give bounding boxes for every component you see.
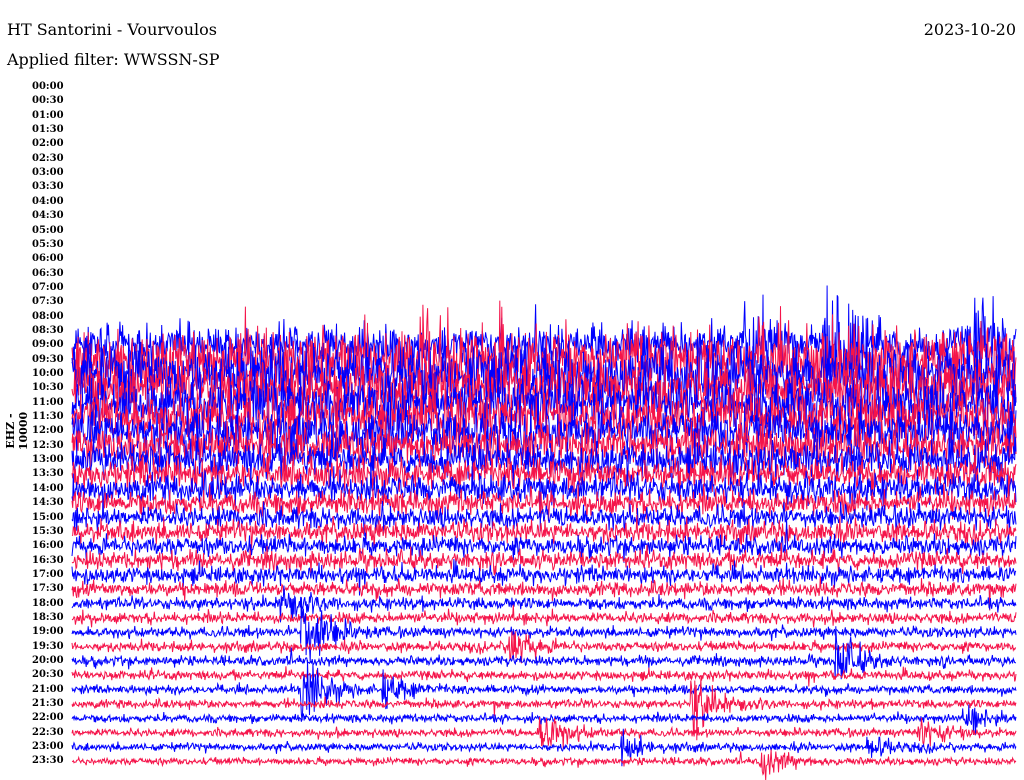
helicorder-plot (71, 285, 1017, 780)
trace-row-2030 (71, 666, 1017, 687)
trace-row-2330 (71, 749, 1017, 780)
trace-row-1630 (71, 542, 1017, 576)
trace-row-2100 (71, 659, 1017, 721)
trace-row-1830 (71, 604, 1017, 628)
